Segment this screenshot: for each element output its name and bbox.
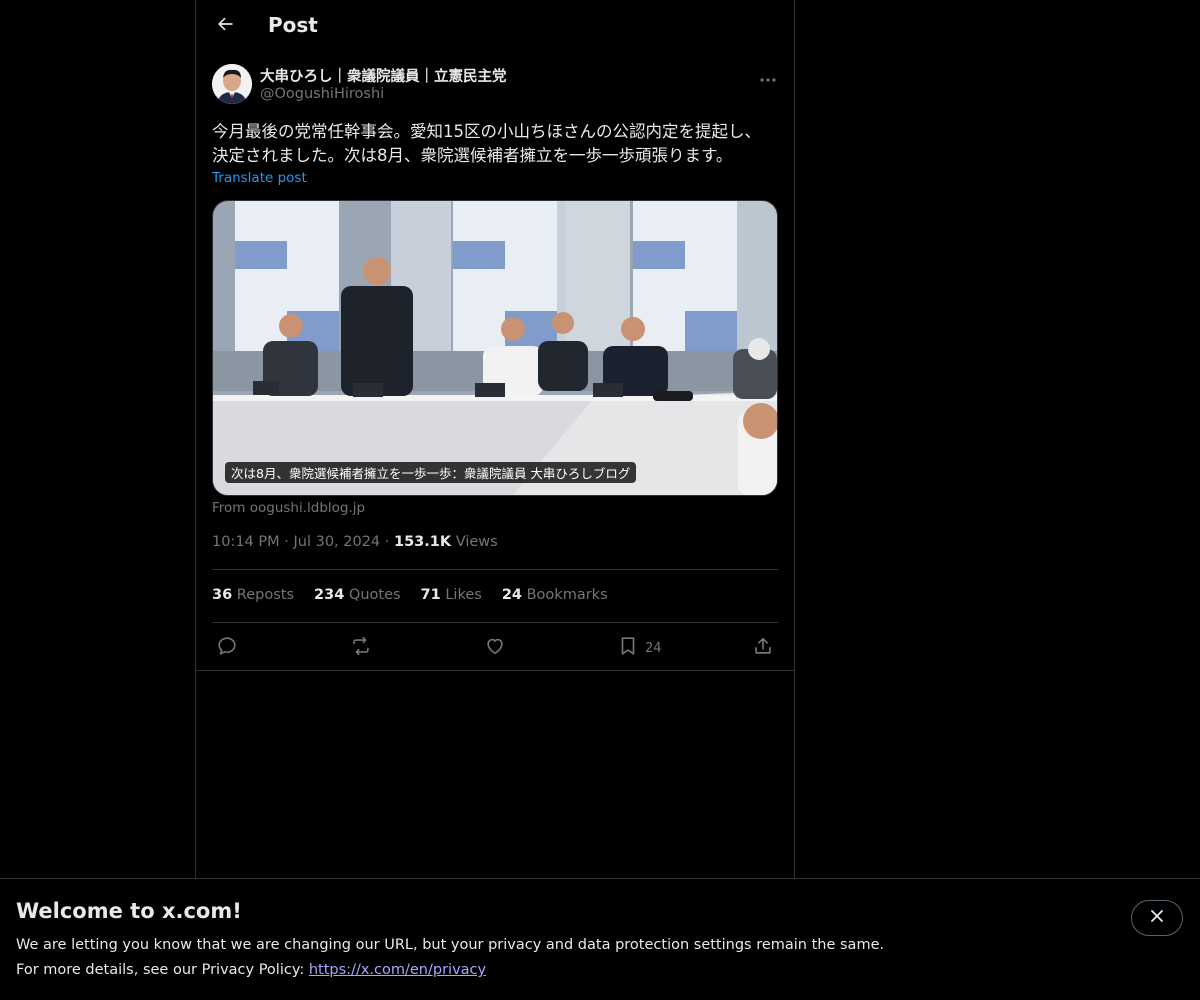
repost-button[interactable] xyxy=(350,634,372,662)
bookmark-count: 24 xyxy=(645,640,662,656)
avatar[interactable] xyxy=(212,64,252,104)
author-handle[interactable]: @OogushiHiroshi xyxy=(260,86,384,102)
share-icon xyxy=(752,635,774,661)
privacy-policy-link[interactable]: https://x.com/en/privacy xyxy=(309,962,486,978)
bookmark-button[interactable]: 24 xyxy=(617,634,662,662)
repost-icon xyxy=(350,635,372,661)
stat-likes[interactable]: 71 Likes xyxy=(421,587,482,607)
back-button[interactable] xyxy=(208,9,242,43)
close-icon xyxy=(1149,908,1165,928)
heart-icon xyxy=(484,635,506,661)
page-title: Post xyxy=(268,13,318,37)
divider xyxy=(196,670,794,671)
like-button[interactable] xyxy=(484,634,506,662)
banner-message: We are letting you know that we are chan… xyxy=(16,937,885,953)
reply-icon xyxy=(216,635,238,661)
author-name[interactable]: 大串ひろし｜衆議院議員｜立憲民主党 xyxy=(260,65,507,86)
stat-label: Reposts xyxy=(236,587,295,603)
author-row: 大串ひろし｜衆議院議員｜立憲民主党 @OogushiHiroshi xyxy=(212,64,778,108)
stat-count: 36 xyxy=(212,587,233,603)
page: Post 大串ひろし｜衆議院議員｜立憲民主党 @OogushiHiroshi 今… xyxy=(0,0,1200,1000)
link-card-image xyxy=(213,201,777,495)
stat-count: 234 xyxy=(314,587,345,603)
arrow-left-icon xyxy=(215,14,235,38)
banner-close-button[interactable] xyxy=(1131,900,1183,936)
stat-count: 71 xyxy=(420,587,441,603)
stat-bookmarks[interactable]: 24 Bookmarks xyxy=(502,587,608,607)
stat-quotes[interactable]: 234 Quotes xyxy=(314,587,401,607)
post-meta: 10:14 PM · Jul 30, 2024 · 153.1K Views xyxy=(212,534,498,550)
welcome-banner: Welcome to x.com! We are letting you kno… xyxy=(0,878,1200,1000)
views-count: 153.1K xyxy=(394,534,452,550)
stat-label: Quotes xyxy=(348,587,401,603)
link-card-source[interactable]: From oogushi.ldblog.jp xyxy=(212,500,365,516)
banner-policy-line: For more details, see our Privacy Policy… xyxy=(16,962,486,978)
stats-row: 36 Reposts 234 Quotes 71 Likes 24 Bookma… xyxy=(212,587,608,607)
separator-dot: · xyxy=(384,534,394,550)
banner-title: Welcome to x.com! xyxy=(16,899,242,923)
post-text: 今月最後の党常任幹事会。愛知15区の小山ちほさんの公認内定を提起し、 決定されま… xyxy=(212,120,778,168)
stat-count: 24 xyxy=(501,587,522,603)
post-time[interactable]: 10:14 PM xyxy=(212,534,280,550)
banner-policy-prefix: For more details, see our Privacy Policy… xyxy=(16,962,309,978)
link-card-caption: 次は8月、衆院選候補者擁立を一歩一歩：衆議院議員 大串ひろしブログ xyxy=(225,462,637,483)
more-horizontal-icon xyxy=(760,67,776,86)
divider xyxy=(212,622,778,623)
divider xyxy=(212,569,778,570)
bookmark-icon xyxy=(617,635,639,661)
stat-label: Likes xyxy=(445,587,482,603)
more-button[interactable] xyxy=(758,66,778,86)
post-text-line: 今月最後の党常任幹事会。愛知15区の小山ちほさんの公認内定を提起し、 xyxy=(212,122,761,141)
post-column: Post 大串ひろし｜衆議院議員｜立憲民主党 @OogushiHiroshi 今… xyxy=(195,0,795,878)
stat-reposts[interactable]: 36 Reposts xyxy=(212,587,294,607)
post-date[interactable]: Jul 30, 2024 xyxy=(293,534,380,550)
reply-button[interactable] xyxy=(216,634,238,662)
stat-label: Bookmarks xyxy=(526,587,608,603)
views-label: Views xyxy=(455,534,498,550)
header: Post xyxy=(196,0,794,53)
post: 大串ひろし｜衆議院議員｜立憲民主党 @OogushiHiroshi 今月最後の党… xyxy=(212,64,778,656)
share-button[interactable] xyxy=(752,634,774,662)
post-text-line: 決定されました。次は8月、衆院選候補者擁立を一歩一歩頑張ります。 xyxy=(212,146,733,165)
translate-post-link[interactable]: Translate post xyxy=(212,170,307,186)
link-card[interactable]: 次は8月、衆院選候補者擁立を一歩一歩：衆議院議員 大串ひろしブログ xyxy=(212,200,778,496)
action-bar: 24 xyxy=(212,634,778,662)
